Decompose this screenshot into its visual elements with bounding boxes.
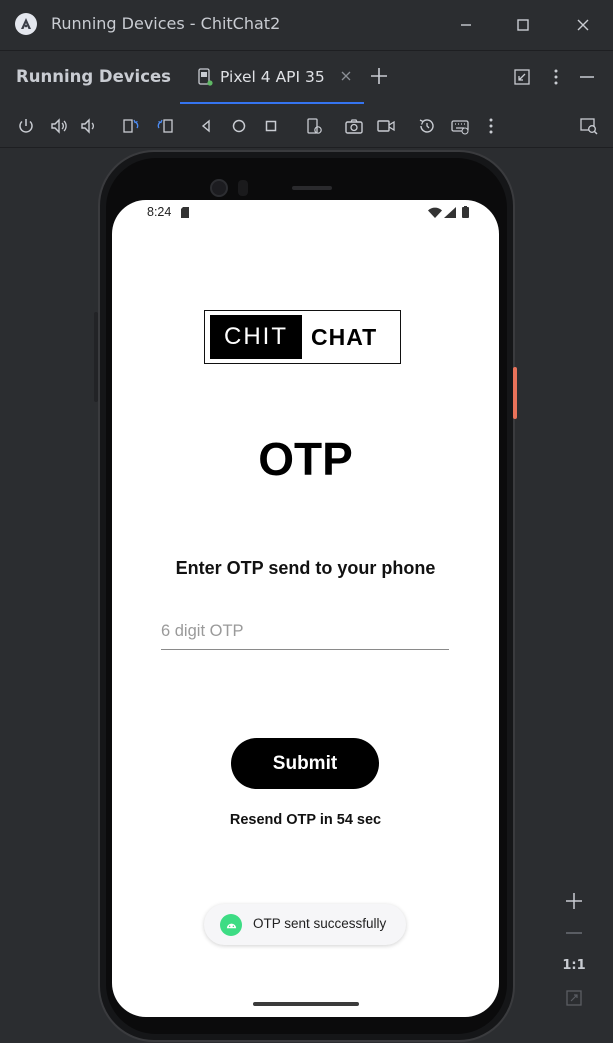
power-icon[interactable]: [15, 115, 37, 137]
status-time: 8:24: [147, 205, 172, 219]
more-icon[interactable]: [480, 115, 502, 137]
keyboard-icon[interactable]: [449, 115, 471, 137]
sd-card-icon: [181, 207, 189, 218]
otp-instruction: Enter OTP send to your phone: [175, 558, 436, 578]
zoom-in-icon[interactable]: [563, 890, 585, 912]
android-icon: [220, 914, 242, 936]
logo-chit: CHIT: [210, 315, 302, 359]
chitchat-logo: CHIT CHAT: [204, 310, 401, 364]
tab-pixel-4-api-35[interactable]: Pixel 4 API 35: [180, 51, 364, 105]
zoom-out-icon[interactable]: [566, 932, 582, 934]
actual-size-button[interactable]: 1:1: [557, 958, 591, 973]
front-camera-icon: [210, 179, 228, 197]
volume-down-icon[interactable]: [78, 115, 100, 137]
status-bar: 8:24: [112, 200, 499, 226]
title-bar: Running Devices - ChitChat2: [0, 0, 613, 50]
window-title: Running Devices - ChitChat2: [51, 14, 281, 33]
close-window-icon[interactable]: [572, 14, 594, 36]
submit-button[interactable]: Submit: [231, 738, 379, 789]
wifi-icon: [428, 207, 442, 218]
zoom-to-fit-icon[interactable]: [566, 990, 582, 1006]
ide-window: Running Devices - ChitChat2 Running Devi…: [0, 0, 613, 1043]
toast-message: OTP sent successfully: [204, 904, 406, 945]
overview-icon[interactable]: [260, 115, 282, 137]
page-title: OTP: [258, 433, 353, 485]
battery-icon: [462, 206, 469, 218]
snapshot-icon[interactable]: [416, 115, 438, 137]
rotate-left-icon[interactable]: [120, 115, 142, 137]
tab-label: Pixel 4 API 35: [220, 68, 325, 86]
restore-layout-icon[interactable]: [513, 68, 531, 86]
device-screen[interactable]: 8:24 CHIT CHAT OTP Enter OTP send to you…: [112, 200, 499, 1017]
volume-up-icon[interactable]: [48, 115, 70, 137]
screenshot-icon[interactable]: [343, 115, 365, 137]
zoom-panel: 1:1: [557, 880, 591, 1020]
power-button-highlight[interactable]: [513, 367, 517, 419]
logo-chat: CHAT: [311, 323, 378, 350]
device-toolbar: [0, 104, 613, 148]
back-icon[interactable]: [195, 115, 217, 137]
more-options-icon[interactable]: [547, 68, 565, 86]
close-tab-icon[interactable]: [340, 70, 352, 82]
otp-input[interactable]: [161, 614, 449, 650]
tool-window-header: Running Devices Pixel 4 API 35: [0, 50, 613, 105]
gesture-nav-bar[interactable]: [253, 1002, 359, 1006]
device-inspect-icon[interactable]: [578, 115, 600, 137]
cellular-signal-icon: [444, 207, 456, 218]
home-icon[interactable]: [228, 115, 250, 137]
earpiece-speaker: [292, 186, 332, 190]
fold-icon[interactable]: [303, 115, 325, 137]
android-studio-logo-icon: [15, 13, 37, 35]
screen-record-icon[interactable]: [375, 115, 397, 137]
hide-icon[interactable]: [578, 68, 596, 86]
add-device-icon[interactable]: [369, 66, 389, 86]
device-icon: [198, 68, 213, 86]
rotate-right-icon[interactable]: [154, 115, 176, 137]
resend-otp-timer[interactable]: Resend OTP in 54 sec: [112, 812, 499, 828]
tool-window-title: Running Devices: [16, 67, 171, 86]
minimize-icon[interactable]: [455, 14, 477, 36]
toast-text: OTP sent successfully: [253, 916, 387, 931]
maximize-icon[interactable]: [512, 14, 534, 36]
